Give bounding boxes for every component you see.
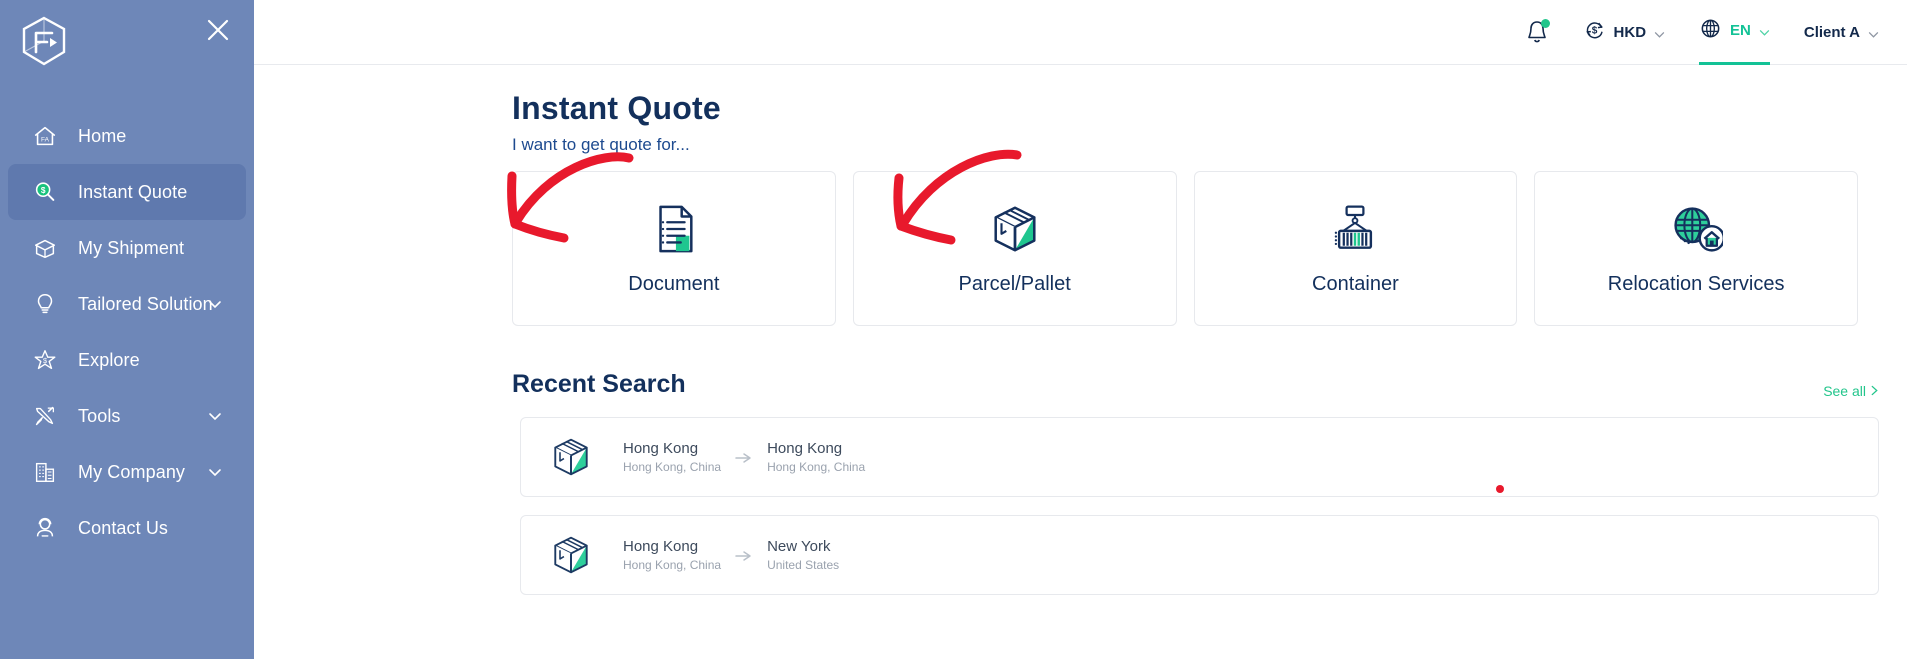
sidebar-item-label: Tailored Solution — [78, 293, 213, 314]
home-icon: FA — [30, 121, 60, 151]
dollar-refresh-icon: $ — [1584, 19, 1606, 46]
lightbulb-icon — [30, 289, 60, 319]
chevron-down-icon[interactable] — [1654, 27, 1665, 38]
parcel-box-icon — [549, 435, 593, 479]
sidebar-item-instant-quote[interactable]: $ Instant Quote — [8, 164, 246, 220]
sidebar-header — [0, 0, 254, 84]
card-label: Relocation Services — [1607, 273, 1785, 295]
route-arrow-icon — [735, 549, 753, 561]
sidebar: FA Home $ Instant Quote My Shipment Tail… — [0, 0, 254, 659]
tools-icon — [30, 401, 60, 431]
close-icon[interactable] — [204, 16, 232, 44]
account-selector[interactable]: Client A — [1804, 0, 1879, 65]
card-label: Container — [1312, 273, 1399, 295]
chevron-right-icon — [1870, 383, 1879, 399]
parcel-box-icon — [549, 533, 593, 577]
destination: New York United States — [767, 537, 839, 573]
chevron-down-icon[interactable] — [1759, 25, 1770, 36]
sidebar-item-label: Instant Quote — [78, 181, 188, 202]
document-icon — [649, 201, 699, 257]
sidebar-item-label: Home — [78, 125, 127, 146]
recent-search-row[interactable]: Hong Kong Hong Kong, China New York Unit… — [520, 515, 1879, 595]
svg-text:$: $ — [41, 185, 46, 195]
sidebar-item-contact-us[interactable]: Contact Us — [8, 500, 246, 556]
destination-city: New York — [767, 537, 831, 555]
star-dollar-icon: $ — [30, 345, 60, 375]
svg-text:$: $ — [43, 356, 47, 365]
svg-text:FA: FA — [41, 137, 50, 144]
sidebar-item-label: Tools — [78, 405, 121, 426]
origin-city: Hong Kong — [623, 439, 699, 457]
origin-country: Hong Kong, China — [623, 558, 722, 573]
chevron-down-icon[interactable] — [208, 465, 222, 479]
sidebar-item-my-shipment[interactable]: My Shipment — [8, 220, 246, 276]
card-relocation-services[interactable]: Relocation Services — [1534, 171, 1858, 326]
recent-search-row[interactable]: Hong Kong Hong Kong, China Hong Kong Hon… — [520, 417, 1879, 497]
fa-logo[interactable] — [16, 14, 72, 70]
sidebar-item-my-company[interactable]: My Company — [8, 444, 246, 500]
card-parcel-pallet[interactable]: Parcel/Pallet — [852, 171, 1177, 326]
card-container[interactable]: Container — [1193, 171, 1518, 326]
page-title: Instant Quote — [512, 90, 721, 126]
destination-country: Hong Kong, China — [767, 460, 866, 475]
building-icon — [30, 457, 60, 487]
sidebar-item-label: My Shipment — [78, 237, 185, 258]
account-label: Client A — [1803, 23, 1860, 41]
see-all-link[interactable]: See all — [1823, 383, 1879, 399]
see-all-label: See all — [1823, 383, 1866, 399]
notification-badge-dot — [1540, 19, 1550, 28]
destination-city: Hong Kong — [767, 439, 843, 457]
app-root: FA Home $ Instant Quote My Shipment Tail… — [0, 0, 1907, 659]
card-document[interactable]: Document — [512, 171, 836, 326]
destination: Hong Kong Hong Kong, China — [767, 439, 865, 475]
sidebar-item-label: Contact Us — [78, 517, 169, 538]
chevron-down-icon[interactable] — [208, 409, 222, 423]
origin: Hong Kong Hong Kong, China — [623, 537, 721, 573]
sidebar-item-label: My Company — [78, 461, 186, 482]
recent-search-header: Recent Search See all — [512, 370, 1879, 399]
sidebar-item-explore[interactable]: $ Explore — [8, 332, 246, 388]
origin-city: Hong Kong — [623, 537, 699, 555]
svg-text:$: $ — [1591, 25, 1597, 36]
shipment-box-icon — [30, 233, 60, 263]
headset-agent-icon — [30, 513, 60, 543]
language-selector[interactable]: EN — [1699, 0, 1770, 65]
card-label: Parcel/Pallet — [958, 273, 1071, 295]
bell-icon — [1524, 18, 1550, 46]
container-crane-icon — [1327, 201, 1383, 257]
notification-button[interactable] — [1524, 0, 1550, 65]
language-label: EN — [1730, 22, 1751, 39]
route: Hong Kong Hong Kong, China Hong Kong Hon… — [623, 439, 865, 475]
instant-quote-icon: $ — [30, 177, 60, 207]
origin-country: Hong Kong, China — [623, 460, 722, 475]
sidebar-item-label: Explore — [78, 349, 140, 370]
parcel-box-icon — [988, 201, 1042, 257]
recent-search-title: Recent Search — [512, 370, 686, 398]
page-subtitle: I want to get quote for... — [512, 135, 690, 154]
main-content: $ HKD EN Client A Instant Quote I want t… — [254, 0, 1907, 659]
chevron-down-icon[interactable] — [1868, 27, 1879, 38]
sidebar-item-tailored-solution[interactable]: Tailored Solution — [8, 276, 246, 332]
sidebar-nav: FA Home $ Instant Quote My Shipment Tail… — [0, 108, 254, 556]
page-body: Instant Quote I want to get quote for... — [254, 65, 1907, 595]
route-arrow-icon — [735, 451, 753, 463]
currency-selector[interactable]: $ HKD — [1584, 0, 1666, 65]
card-label: Document — [628, 273, 720, 295]
globe-house-icon — [1669, 201, 1724, 257]
globe-icon — [1699, 17, 1722, 45]
sidebar-item-tools[interactable]: Tools — [8, 388, 246, 444]
cursor-marker-dot — [1496, 485, 1504, 493]
chevron-down-icon[interactable] — [208, 297, 222, 311]
top-bar: $ HKD EN Client A — [254, 0, 1907, 65]
origin: Hong Kong Hong Kong, China — [623, 439, 721, 475]
currency-label: HKD — [1613, 23, 1647, 41]
sidebar-item-home[interactable]: FA Home — [8, 108, 246, 164]
route: Hong Kong Hong Kong, China New York Unit… — [623, 537, 839, 573]
quote-type-cards: Document Parcel/Pallet Container Relocat… — [512, 171, 1858, 326]
destination-country: United States — [767, 558, 840, 573]
